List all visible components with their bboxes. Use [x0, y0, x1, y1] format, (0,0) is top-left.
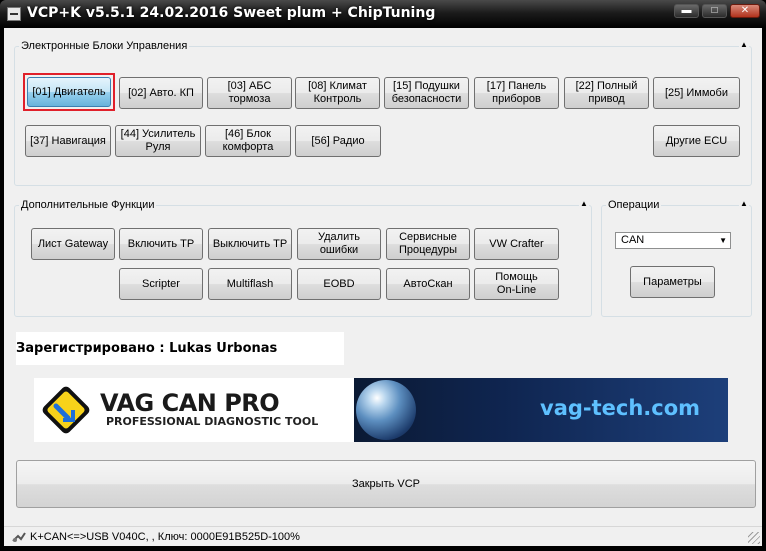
clear-errors-button[interactable]: Удалить ошибки [297, 228, 381, 260]
logo-arrow-icon [42, 386, 90, 434]
vag-can-pro-banner: VAG CAN PRO PROFESSIONAL DIAGNOSTIC TOOL… [34, 378, 728, 442]
brand-tagline: PROFESSIONAL DIAGNOSTIC TOOL [106, 415, 319, 428]
ecu-button-46[interactable]: [46] Блок комфорта [205, 125, 291, 157]
maximize-button[interactable]: □ [702, 4, 727, 18]
client-area: Электронные Блоки Управления ▲ [01] Двиг… [4, 28, 762, 546]
status-bar: K+CAN<=>USB V040C, , Ключ: 0000E91B525D-… [4, 526, 762, 546]
title-bar[interactable]: VCP+K v5.5.1 24.02.2016 Sweet plum + Chi… [0, 0, 766, 28]
close-vcp-button[interactable]: Закрыть VCP [16, 460, 756, 508]
ecu-group-title: Электронные Блоки Управления [19, 40, 190, 52]
multiflash-button[interactable]: Multiflash [208, 268, 292, 300]
collapse-icon[interactable]: ▲ [739, 199, 749, 209]
registered-label: Зарегистрировано : Lukas Urbonas [16, 332, 344, 365]
ecu-button-56[interactable]: [56] Радио [295, 125, 381, 157]
ecu-button-44[interactable]: [44] Усилитель Руля [115, 125, 201, 157]
ecu-group: Электронные Блоки Управления ▲ [01] Двиг… [14, 40, 752, 186]
gateway-list-button[interactable]: Лист Gateway [31, 228, 115, 260]
vw-crafter-button[interactable]: VW Crafter [474, 228, 559, 260]
eobd-button[interactable]: EOBD [297, 268, 381, 300]
usb-connection-icon [12, 532, 26, 542]
status-text: K+CAN<=>USB V040C, , Ключ: 0000E91B525D-… [30, 531, 300, 543]
close-window-button[interactable]: ✕ [730, 4, 760, 18]
banner-right: vag-tech.com [354, 378, 728, 442]
ecu-button-01[interactable]: [01] Двигатель [27, 77, 111, 107]
collapse-icon[interactable]: ▲ [579, 199, 589, 209]
website-link[interactable]: vag-tech.com [540, 396, 700, 420]
autoscan-button[interactable]: АвтоСкан [386, 268, 470, 300]
window-title: VCP+K v5.5.1 24.02.2016 Sweet plum + Chi… [27, 5, 436, 21]
protocol-select-value: CAN [621, 234, 645, 246]
ecu-button-25[interactable]: [25] Иммоби [653, 77, 740, 109]
parameters-button[interactable]: Параметры [630, 266, 715, 298]
operations-group-title: Операции [606, 199, 662, 211]
extra-group-title: Дополнительные Функции [19, 199, 157, 211]
ecu-button-02[interactable]: [02] Авто. КП [119, 77, 203, 109]
app-window: VCP+K v5.5.1 24.02.2016 Sweet plum + Chi… [0, 0, 766, 551]
chevron-down-icon[interactable]: ▼ [719, 233, 727, 248]
ecu-button-08[interactable]: [08] Климат Контроль [295, 77, 380, 109]
scripter-button[interactable]: Scripter [119, 268, 203, 300]
ecu-button-37[interactable]: [37] Навигация [25, 125, 111, 157]
minimize-button[interactable]: ▬ [674, 4, 699, 18]
banner-left: VAG CAN PRO PROFESSIONAL DIAGNOSTIC TOOL [34, 378, 354, 442]
service-procedures-button[interactable]: Сервисные Процедуры [386, 228, 470, 260]
other-ecu-button[interactable]: Другие ECU [653, 125, 740, 157]
collapse-icon[interactable]: ▲ [739, 40, 749, 50]
help-online-button[interactable]: Помощь On-Line [474, 268, 559, 300]
operations-group: Операции ▲ CAN ▼ Параметры [601, 199, 752, 317]
globe-icon [356, 380, 416, 440]
resize-grip[interactable] [748, 532, 760, 544]
ecu-button-22[interactable]: [22] Полный привод [564, 77, 649, 109]
enable-tp-button[interactable]: Включить ТР [119, 228, 203, 260]
extra-functions-group: Дополнительные Функции ▲ Лист Gateway Вк… [14, 199, 592, 317]
ecu-button-15[interactable]: [15] Подушки безопасности [384, 77, 469, 109]
app-menu-icon[interactable] [7, 7, 21, 21]
brand-name: VAG CAN PRO [100, 389, 280, 417]
ecu-button-17[interactable]: [17] Панель приборов [474, 77, 559, 109]
disable-tp-button[interactable]: Выключить ТР [208, 228, 292, 260]
ecu-button-03[interactable]: [03] АБС тормоза [207, 77, 292, 109]
protocol-select[interactable]: CAN ▼ [615, 232, 731, 249]
